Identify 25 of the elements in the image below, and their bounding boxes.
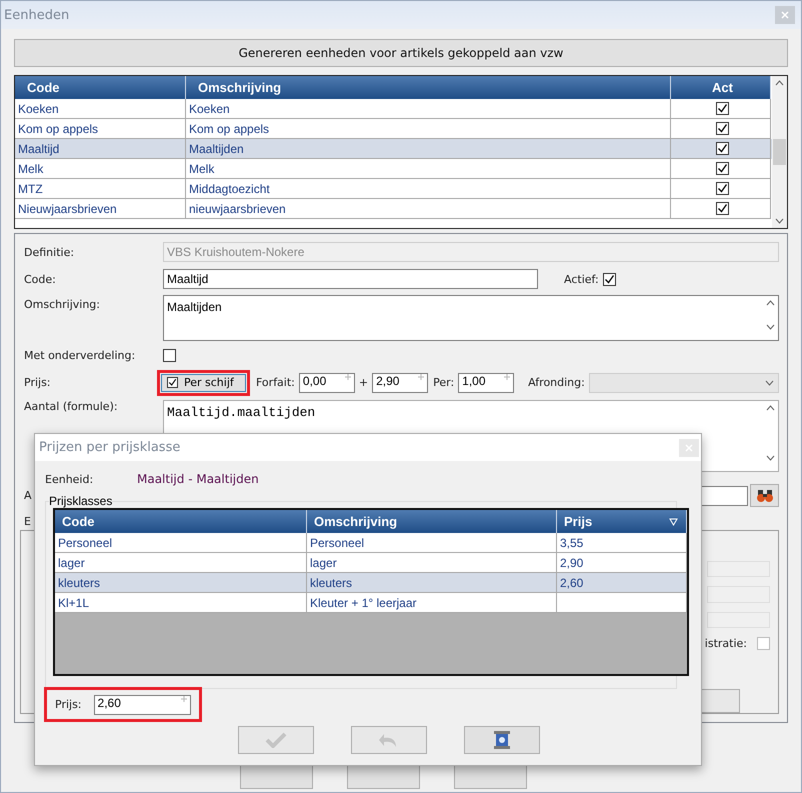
field-label: Actief:: [564, 272, 599, 286]
table-cell: Kleuter + 1° leerjaar: [307, 593, 557, 613]
field-label: Afronding:: [528, 376, 585, 389]
field-value: Maaltijden: [167, 300, 222, 314]
field-label: Met onderverdeling:: [24, 348, 136, 362]
window-title: Eenheden: [4, 8, 70, 22]
unit-name: Maaltijd - Maaltijden: [137, 472, 259, 486]
field-label: istratie:: [704, 637, 747, 650]
field-label: Code:: [24, 272, 57, 286]
group-title: Prijsklasses: [49, 494, 112, 508]
dialog-title: Prijzen per prijsklasse: [39, 440, 180, 455]
plus-sign: +: [358, 376, 368, 389]
field-label: Eenheid:: [45, 472, 94, 486]
table-cell: Nieuwjaarsbrieven: [15, 199, 186, 219]
field-label: Aantal (formule):: [24, 400, 119, 413]
field-label: Forfait:: [256, 376, 295, 389]
field-label: A: [24, 489, 32, 502]
table-cell: nieuwjaarsbrieven: [186, 199, 671, 219]
field-label: Definitie:: [24, 246, 76, 258]
field-label: Prijs:: [55, 698, 82, 711]
field-label: Omschrijving:: [24, 297, 101, 311]
field-label: Per:: [433, 376, 454, 389]
table-cell: Kl+1L: [55, 593, 307, 613]
field-label: E: [24, 515, 31, 528]
field-label: Prijs:: [24, 376, 52, 389]
